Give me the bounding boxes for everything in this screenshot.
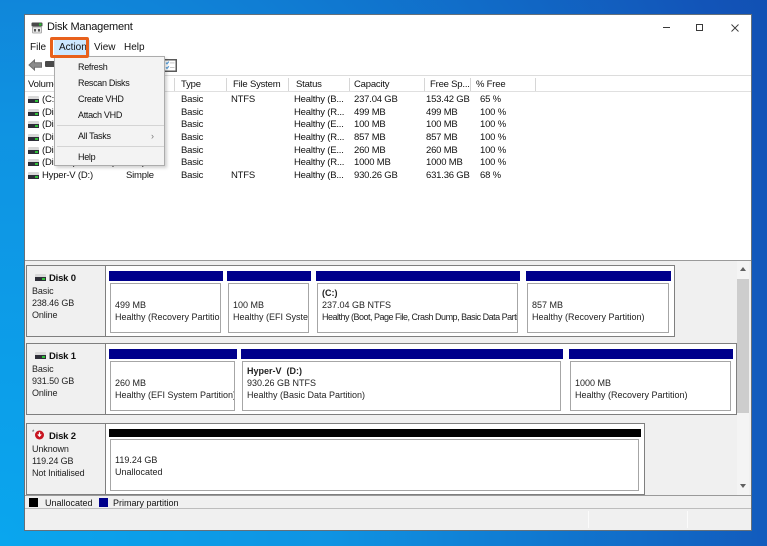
- svg-text:*: *: [32, 430, 35, 436]
